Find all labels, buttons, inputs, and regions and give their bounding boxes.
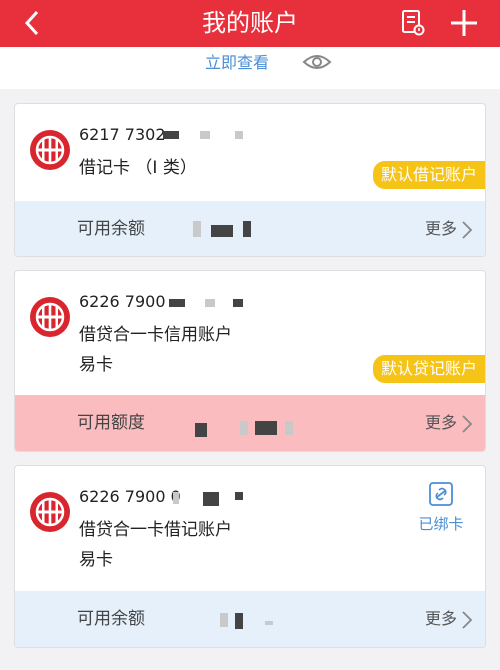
account-card-linked-debit[interactable]: 6226 7900 0 借贷合一卡借记账户 易卡 已绑卡 可用余额 更多 bbox=[14, 465, 486, 648]
card-number: 6217 7302 bbox=[79, 125, 166, 144]
masked-digits bbox=[203, 492, 219, 506]
card-subname: 易卡 bbox=[79, 355, 113, 375]
card-name: 借贷合一卡借记账户 bbox=[79, 520, 232, 540]
chevron-right-icon[interactable] bbox=[461, 219, 473, 241]
account-card-credit[interactable]: 6226 7900 借贷合一卡信用账户 易卡 默认贷记账户 可用额度 更多 bbox=[14, 270, 486, 452]
bank-logo-icon bbox=[30, 130, 70, 170]
card-number: 6226 7900 bbox=[79, 292, 166, 311]
view-now-link[interactable]: 立即查看 bbox=[205, 52, 269, 74]
card-subname: 易卡 bbox=[79, 550, 113, 570]
masked-digits bbox=[233, 299, 243, 307]
bank-logo-icon bbox=[30, 297, 70, 337]
linked-card-label: 已绑卡 bbox=[418, 515, 464, 533]
more-link[interactable]: 更多 bbox=[425, 412, 457, 434]
reveal-bar: 立即查看 bbox=[0, 47, 500, 89]
available-balance-label: 可用余额 bbox=[77, 219, 145, 239]
masked-balance bbox=[235, 613, 243, 629]
card-number: 6226 7900 0 bbox=[79, 487, 181, 506]
available-balance-label: 可用余额 bbox=[77, 609, 145, 629]
balance-strip[interactable]: 可用余额 更多 bbox=[15, 201, 485, 256]
default-debit-badge: 默认借记账户 bbox=[372, 161, 485, 189]
card-name: 借贷合一卡信用账户 bbox=[79, 325, 232, 345]
masked-limit bbox=[195, 423, 207, 437]
more-link[interactable]: 更多 bbox=[425, 218, 457, 240]
masked-limit bbox=[240, 421, 248, 435]
eye-icon[interactable] bbox=[302, 51, 332, 73]
masked-digits bbox=[169, 299, 185, 307]
app-header: 我的账户 bbox=[0, 0, 500, 47]
masked-digits bbox=[235, 131, 243, 139]
credit-limit-strip[interactable]: 可用额度 更多 bbox=[15, 395, 485, 451]
masked-balance bbox=[220, 613, 228, 627]
default-credit-badge: 默认贷记账户 bbox=[372, 355, 485, 383]
masked-balance bbox=[265, 621, 273, 625]
masked-digits bbox=[205, 299, 215, 307]
document-icon[interactable] bbox=[400, 9, 426, 37]
masked-digits bbox=[200, 131, 210, 139]
masked-balance bbox=[193, 221, 201, 237]
masked-digits bbox=[173, 492, 179, 504]
masked-digits bbox=[235, 492, 243, 500]
card-name: 借记卡 （I 类） bbox=[79, 158, 197, 178]
add-icon[interactable] bbox=[447, 6, 481, 40]
bank-logo-icon bbox=[30, 492, 70, 532]
link-icon bbox=[429, 482, 453, 506]
masked-balance bbox=[211, 225, 233, 237]
more-link[interactable]: 更多 bbox=[425, 608, 457, 630]
balance-strip[interactable]: 可用余额 更多 bbox=[15, 591, 485, 647]
linked-card-status[interactable]: 已绑卡 bbox=[411, 482, 471, 534]
masked-limit bbox=[285, 421, 293, 435]
chevron-right-icon[interactable] bbox=[461, 413, 473, 435]
account-card-debit[interactable]: 6217 7302 借记卡 （I 类） 默认借记账户 可用余额 更多 bbox=[14, 103, 486, 257]
chevron-right-icon[interactable] bbox=[461, 609, 473, 631]
masked-digits bbox=[163, 131, 179, 139]
masked-balance bbox=[243, 221, 251, 237]
masked-limit bbox=[255, 421, 277, 435]
available-limit-label: 可用额度 bbox=[77, 413, 145, 433]
